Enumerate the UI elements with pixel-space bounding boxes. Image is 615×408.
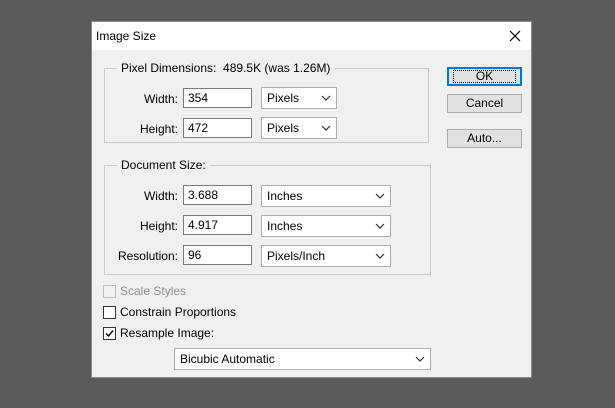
pixel-dimensions-label: Pixel Dimensions: 489.5K (was 1.26M): [117, 61, 335, 75]
pixel-height-unit-select[interactable]: Pixels: [261, 117, 337, 139]
constrain-proportions-option[interactable]: Constrain Proportions: [103, 304, 236, 320]
pixel-height-input[interactable]: 472: [183, 118, 252, 138]
resample-image-label[interactable]: Resample Image:: [120, 326, 214, 340]
chevron-down-icon: [415, 356, 425, 362]
chevron-down-icon: [321, 95, 331, 101]
pixel-height-label: Height:: [139, 122, 178, 136]
constrain-proportions-checkbox[interactable]: [103, 305, 116, 319]
doc-height-unit-value: Inches: [267, 219, 303, 233]
document-size-label: Document Size:: [117, 158, 210, 172]
pixel-width-unit-select[interactable]: Pixels: [261, 87, 337, 109]
resolution-unit-select[interactable]: Pixels/Inch: [261, 245, 391, 267]
dialog-title: Image Size: [96, 29, 157, 43]
checkmark-icon: [105, 329, 114, 337]
image-size-dialog: Image Size Pixel Dimensions: 489.5K (was…: [91, 21, 532, 378]
ok-button[interactable]: OK: [447, 67, 522, 86]
resample-image-option[interactable]: Resample Image:: [103, 325, 214, 341]
pixel-width-unit-value: Pixels: [267, 91, 300, 105]
doc-width-unit-select[interactable]: Inches: [261, 185, 391, 207]
cancel-button[interactable]: Cancel: [447, 94, 522, 113]
resample-method-select[interactable]: Bicubic Automatic: [174, 348, 431, 370]
resample-method-value: Bicubic Automatic: [180, 352, 275, 366]
doc-height-unit-select[interactable]: Inches: [261, 215, 391, 237]
scale-styles-checkbox: [103, 284, 116, 298]
ok-button-label: OK: [452, 70, 517, 83]
chevron-down-icon: [321, 125, 331, 131]
pixel-height-unit-value: Pixels: [267, 121, 300, 135]
scale-styles-option: Scale Styles: [103, 283, 186, 299]
pixel-dimensions-value: 489.5K (was 1.26M): [223, 61, 331, 75]
close-button[interactable]: [505, 26, 525, 46]
pixel-width-label: Width:: [143, 92, 178, 106]
doc-height-label: Height:: [139, 219, 178, 233]
close-icon: [509, 30, 521, 42]
title-bar[interactable]: Image Size: [92, 22, 531, 50]
chevron-down-icon: [375, 253, 385, 259]
resolution-input[interactable]: 96: [183, 245, 252, 265]
resolution-unit-value: Pixels/Inch: [267, 249, 326, 263]
constrain-proportions-label[interactable]: Constrain Proportions: [120, 305, 236, 319]
resolution-label: Resolution:: [117, 249, 178, 263]
chevron-down-icon: [375, 193, 385, 199]
scale-styles-label: Scale Styles: [120, 284, 187, 298]
auto-button[interactable]: Auto...: [447, 129, 522, 148]
doc-width-input[interactable]: 3.688: [183, 185, 252, 205]
doc-width-label: Width:: [143, 189, 178, 203]
chevron-down-icon: [375, 223, 385, 229]
doc-width-unit-value: Inches: [267, 189, 303, 203]
resample-image-checkbox[interactable]: [103, 326, 116, 340]
pixel-width-input[interactable]: 354: [183, 88, 252, 108]
doc-height-input[interactable]: 4.917: [183, 215, 252, 235]
